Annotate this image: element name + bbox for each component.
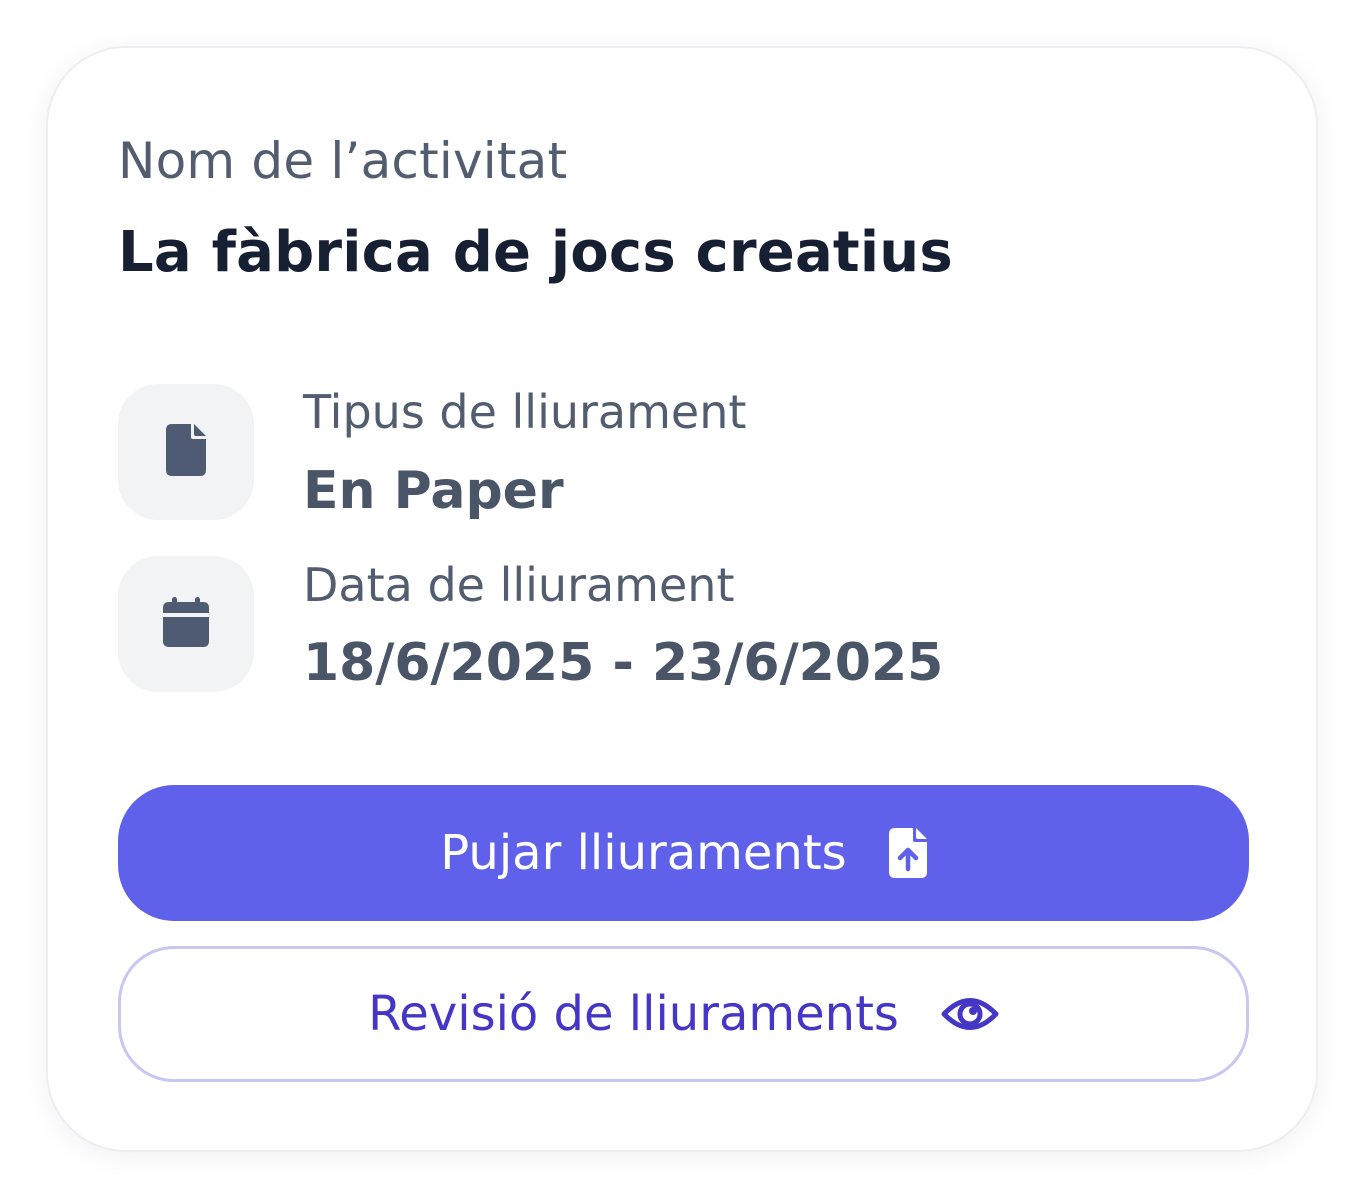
delivery-date-icon-box <box>118 556 254 692</box>
delivery-date-label: Data de lliurament <box>303 558 735 612</box>
file-icon <box>166 424 206 480</box>
calendar-icon <box>163 597 209 651</box>
delivery-type-icon-box <box>118 384 254 520</box>
review-deliveries-button[interactable]: Revisió de lliuraments <box>118 946 1249 1082</box>
file-upload-icon <box>888 828 927 878</box>
eye-icon <box>941 993 999 1035</box>
review-deliveries-label: Revisió de lliuraments <box>368 986 899 1042</box>
delivery-date-value: 18/6/2025 - 23/6/2025 <box>303 633 944 693</box>
activity-name-label: Nom de l’activitat <box>118 132 568 190</box>
delivery-type-label: Tipus de lliurament <box>303 385 747 439</box>
upload-deliveries-button[interactable]: Pujar lliuraments <box>118 785 1249 921</box>
delivery-type-value: En Paper <box>303 461 564 521</box>
activity-name: La fàbrica de jocs creatius <box>118 220 953 285</box>
upload-deliveries-label: Pujar lliuraments <box>440 825 847 881</box>
